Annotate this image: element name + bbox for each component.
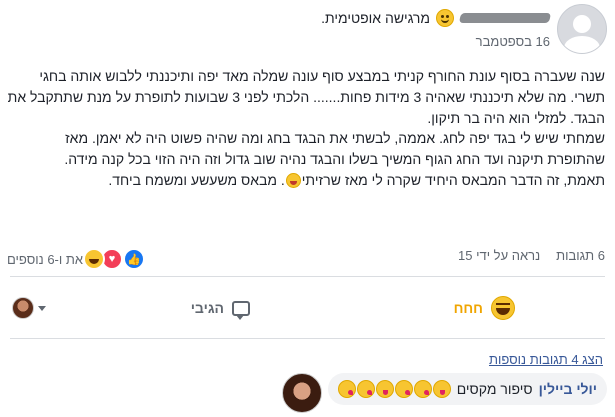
avatar: [12, 297, 34, 319]
post-stats: 6 תגובות נראה על ידי 15 את ו-6 נוספים 👍 …: [7, 248, 605, 270]
feeling-text: מרגישה אופטימית.: [321, 10, 430, 26]
post-sentence-end: . מבאס משעשע ומשמח ביחד.: [108, 171, 285, 188]
kissing-face-icon: [356, 380, 375, 398]
comment-label: הגיבי: [190, 300, 224, 316]
comment-button[interactable]: הגיבי: [191, 286, 250, 330]
reactions-summary[interactable]: את ו-6 נוספים 👍 ♥: [7, 248, 146, 270]
reaction-icons: 👍 ♥: [83, 248, 146, 270]
smiling-face-icon: [436, 9, 454, 27]
seen-by[interactable]: נראה על ידי 15: [458, 248, 540, 263]
haha-icon: [83, 248, 106, 270]
divider-top: [10, 276, 605, 277]
comment-icon: [232, 300, 250, 320]
haha-label: חחח: [453, 300, 483, 316]
kissing-face-icon: [394, 380, 413, 398]
stats-counts: 6 תגובות נראה על ידי 15: [458, 248, 605, 263]
chevron-down-icon: [38, 305, 46, 311]
comment: יולי ביילין סיפור מקסים: [281, 373, 607, 413]
laughing-face-icon: [285, 172, 301, 188]
comment-as-selector[interactable]: [12, 286, 46, 330]
divider-bottom: [10, 338, 605, 339]
comment-text: סיפור מקסים: [456, 381, 533, 397]
post-date[interactable]: 16 בספטמבר: [476, 34, 550, 49]
tongue-face-icon: [432, 380, 451, 398]
post-card: מרגישה אופטימית. 16 בספטמבר שנה שעברה בס…: [0, 0, 615, 417]
show-more-comments-link[interactable]: הצג 4 תגובות נוספות: [489, 352, 603, 367]
post-paragraph: שמחתי שיש לי בגד יפה לחג. אממה, לבשתי את…: [64, 130, 605, 168]
post-date-text[interactable]: 16 בספטמבר: [476, 34, 550, 49]
haha-icon: [491, 296, 515, 320]
reactions-text[interactable]: את ו-6 נוספים: [7, 252, 83, 267]
author-name-redacted[interactable]: [458, 13, 552, 23]
author-line: מרגישה אופטימית.: [321, 8, 552, 28]
post-paragraph: שנה שעברה בסוף עונת החורף קניתי במבצע סו…: [7, 68, 605, 126]
commenter-avatar[interactable]: [281, 373, 322, 413]
post-sentence: תאמת, זה הדבר המבאס היחיד שקרה לי מאז שר…: [301, 171, 605, 188]
kissing-face-icon: [413, 380, 432, 398]
post-paragraph-last: תאמת, זה הדבר המבאס היחיד שקרה לי מאז שר…: [7, 170, 605, 191]
post-body: שנה שעברה בסוף עונת החורף קניתי במבצע סו…: [7, 66, 605, 191]
haha-reaction-button[interactable]: חחח: [454, 286, 515, 330]
commenter-name[interactable]: יולי ביילין: [539, 381, 597, 397]
action-bar: חחח הגיבי: [10, 286, 605, 330]
comment-bubble: יולי ביילין סיפור מקסים: [327, 373, 607, 405]
post-header: מרגישה אופטימית. 16 בספטמבר: [0, 0, 615, 62]
author-avatar[interactable]: [557, 4, 607, 54]
tongue-face-icon: [375, 380, 394, 398]
comment-emojis: [337, 380, 451, 398]
like-icon: 👍: [123, 248, 146, 270]
comments-count[interactable]: 6 תגובות: [556, 248, 605, 263]
kissing-face-icon: [337, 380, 356, 398]
